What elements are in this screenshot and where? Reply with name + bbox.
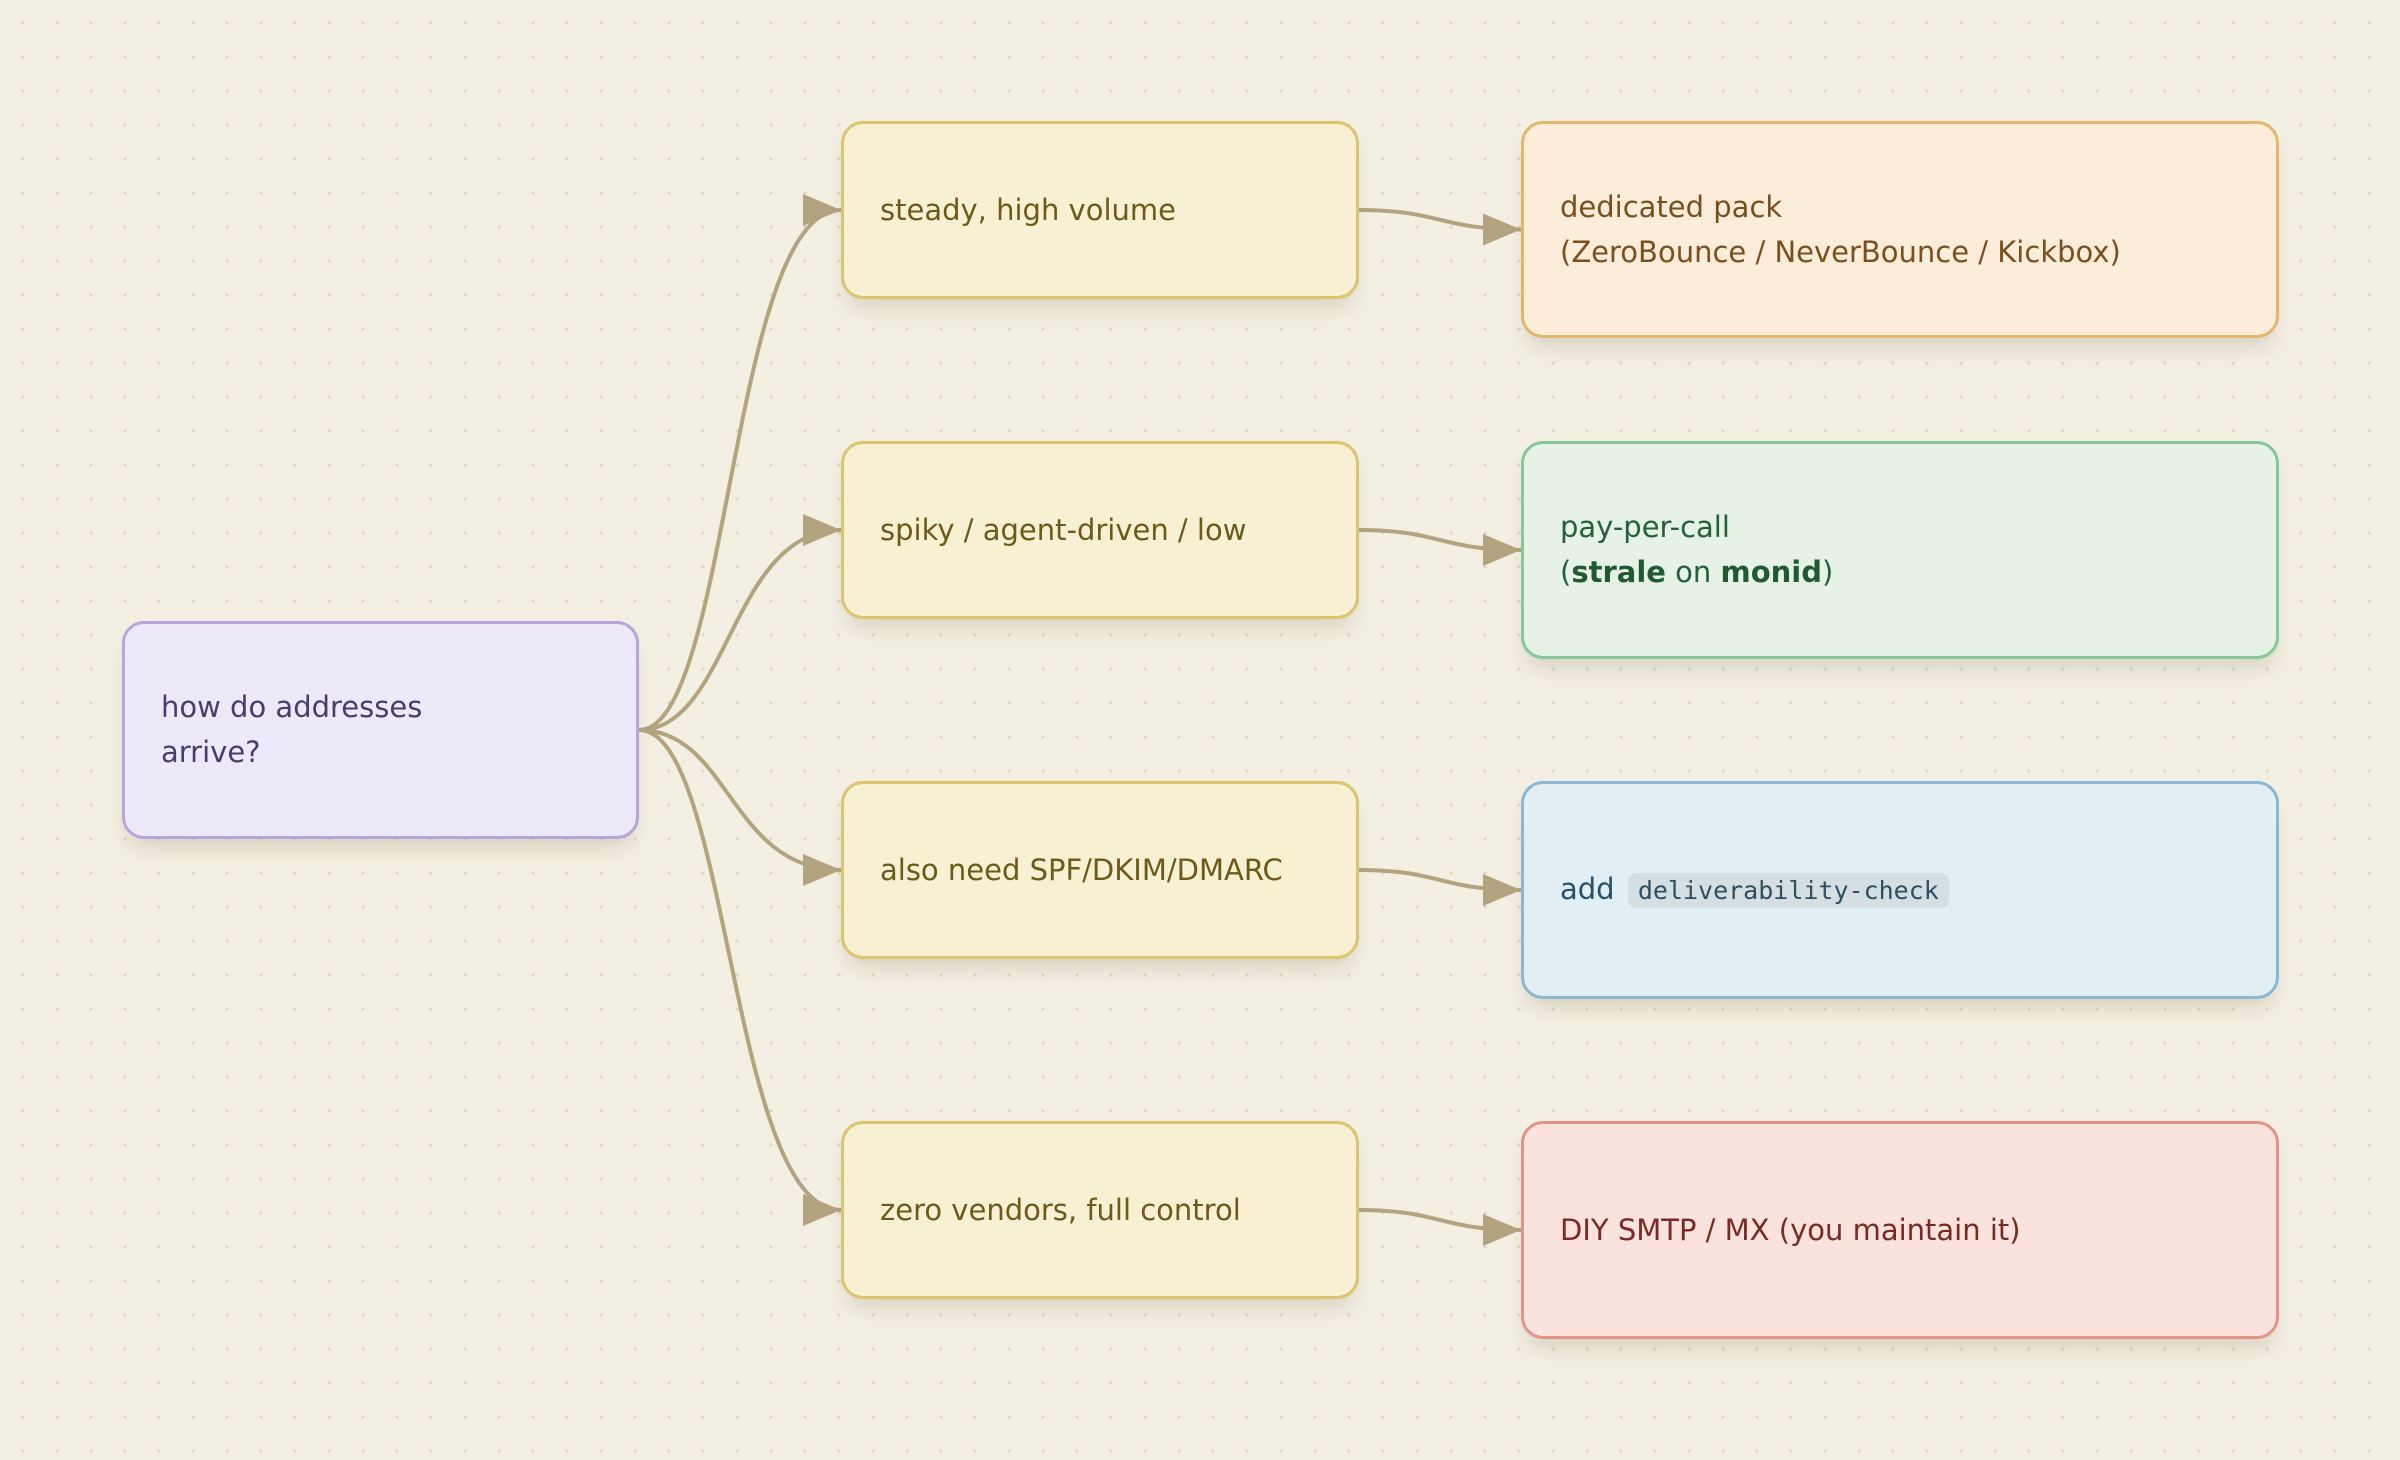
code-snippet: deliverability-check (1627, 873, 1949, 908)
result-label: add deliverability-check (1560, 867, 1949, 913)
option-node-need-spf-dkim-dmarc[interactable]: also need SPF/DKIM/DMARC (841, 781, 1359, 959)
result-node-dedicated-pack[interactable]: dedicated pack (ZeroBounce / NeverBounce… (1521, 121, 2279, 338)
edge-root-to-option-3 (638, 728, 842, 886)
result-line-2: (ZeroBounce / NeverBounce / Kickbox) (1560, 234, 2121, 269)
edge-option-to-result-2 (1358, 528, 1522, 566)
option-label: spiky / agent-driven / low (880, 512, 1247, 547)
paren-open: ( (1560, 555, 1572, 589)
result-line-1: pay-per-call (1560, 510, 1730, 544)
edge-root-to-option-1 (638, 194, 842, 732)
monid-name: monid (1720, 555, 1823, 589)
root-question-label: how do addresses arrive? (161, 690, 423, 769)
result-node-deliverability-check[interactable]: add deliverability-check (1521, 781, 2279, 999)
paren-close: ) (1822, 555, 1834, 589)
connector-word: on (1665, 555, 1721, 589)
option-node-spiky-agent-driven[interactable]: spiky / agent-driven / low (841, 441, 1359, 619)
edge-root-to-option-2 (638, 514, 842, 732)
option-label: steady, high volume (880, 192, 1176, 227)
edge-option-to-result-4 (1358, 1208, 1522, 1246)
option-node-steady-high-volume[interactable]: steady, high volume (841, 121, 1359, 299)
strale-name: strale (1571, 555, 1666, 589)
result-node-diy-smtp[interactable]: DIY SMTP / MX (you maintain it) (1521, 1121, 2279, 1339)
edge-option-to-result-1 (1358, 208, 1522, 246)
option-node-zero-vendors[interactable]: zero vendors, full control (841, 1121, 1359, 1299)
result-label: DIY SMTP / MX (you maintain it) (1560, 1212, 2021, 1247)
result-line-2: (strale on monid) (1560, 550, 1833, 595)
option-label: zero vendors, full control (880, 1192, 1241, 1227)
result-label: pay-per-call (strale on monid) (1560, 505, 1833, 595)
result-node-pay-per-call[interactable]: pay-per-call (strale on monid) (1521, 441, 2279, 659)
result-label: dedicated pack (ZeroBounce / NeverBounce… (1560, 185, 2121, 275)
edge-root-to-option-4 (638, 728, 842, 1226)
edge-option-to-result-3 (1358, 868, 1522, 906)
result-line-1: dedicated pack (1560, 189, 1783, 224)
option-label: also need SPF/DKIM/DMARC (880, 852, 1283, 887)
result-prefix: add (1560, 872, 1615, 906)
root-question-node[interactable]: how do addresses arrive? (122, 621, 639, 839)
